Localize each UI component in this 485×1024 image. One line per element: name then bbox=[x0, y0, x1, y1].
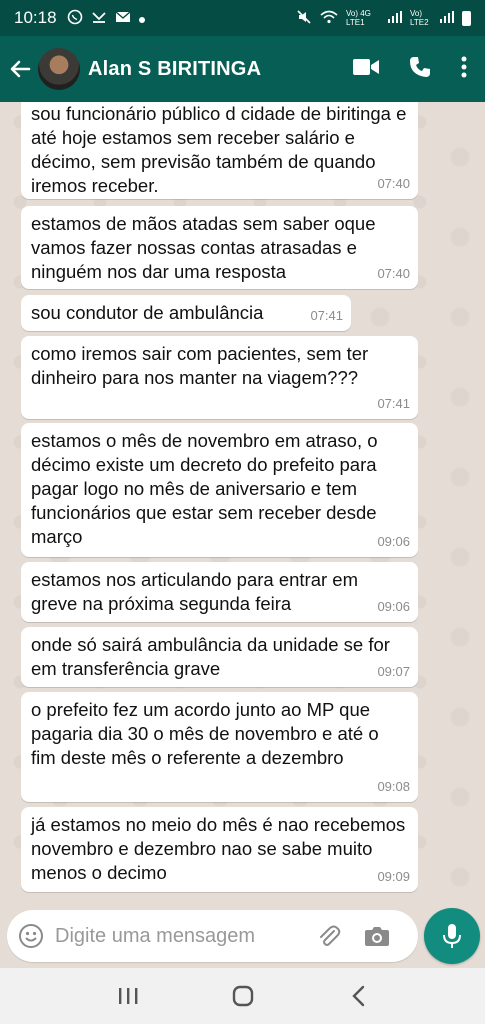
voice-message-button[interactable] bbox=[424, 908, 480, 964]
message-composer bbox=[0, 908, 485, 968]
attach-button[interactable] bbox=[305, 910, 353, 962]
recent-apps-button[interactable] bbox=[103, 971, 153, 1021]
home-button[interactable] bbox=[218, 971, 268, 1021]
message-bubble[interactable]: onde só sairá ambulância da unidade se f… bbox=[21, 627, 418, 687]
message-bubble[interactable]: sou condutor de ambulância 07:41 bbox=[21, 295, 351, 331]
message-bubble[interactable]: sou funcionário público d cidade de biri… bbox=[21, 102, 418, 199]
message-time: 07:41 bbox=[377, 396, 410, 411]
more-icon bbox=[461, 56, 467, 77]
status-bar: 10:18 Vo) 4G LTE1 Vo) LTE2 bbox=[0, 0, 485, 36]
message-text: estamos nos articulando para entrar em g… bbox=[31, 569, 359, 614]
message-text: sou condutor de ambulância bbox=[31, 302, 264, 323]
message-bubble[interactable]: estamos nos articulando para entrar em g… bbox=[21, 562, 418, 622]
wifi-icon bbox=[320, 10, 338, 27]
message-time: 09:09 bbox=[377, 869, 410, 884]
mute-icon bbox=[296, 9, 312, 28]
avatar[interactable] bbox=[38, 48, 80, 90]
message-time: 09:08 bbox=[377, 779, 410, 794]
status-time: 10:18 bbox=[14, 8, 57, 27]
dot-icon bbox=[138, 10, 145, 26]
camera-icon bbox=[365, 927, 389, 946]
system-navigation-bar bbox=[0, 968, 485, 1024]
signal-2-icon bbox=[440, 10, 454, 26]
message-text: o prefeito fez um acordo junto ao MP que… bbox=[31, 699, 379, 768]
network-label-1: Vo) 4G LTE1 bbox=[346, 9, 371, 27]
microphone-icon bbox=[443, 924, 461, 948]
message-time: 07:40 bbox=[377, 176, 410, 191]
video-call-icon bbox=[353, 58, 379, 75]
whatsapp-notification-icon bbox=[67, 9, 83, 28]
more-options-button[interactable] bbox=[461, 56, 467, 83]
message-bubble[interactable]: estamos o mês de novembro em atraso, o d… bbox=[21, 423, 418, 557]
recent-apps-icon bbox=[118, 988, 137, 1004]
nav-back-icon bbox=[351, 985, 364, 1007]
emoji-icon bbox=[19, 924, 43, 948]
nav-back-button[interactable] bbox=[333, 971, 383, 1021]
message-input-pill bbox=[7, 910, 418, 962]
header-actions bbox=[353, 56, 467, 83]
message-input[interactable] bbox=[55, 916, 305, 956]
message-bubble[interactable]: já estamos no meio do mês é nao recebemo… bbox=[21, 807, 418, 892]
camera-button[interactable] bbox=[353, 910, 401, 962]
video-call-button[interactable] bbox=[353, 58, 379, 81]
message-time: 09:06 bbox=[377, 534, 410, 549]
message-text: estamos o mês de novembro em atraso, o d… bbox=[31, 430, 378, 547]
message-bubble[interactable]: o prefeito fez um acordo junto ao MP que… bbox=[21, 692, 418, 802]
message-time: 07:40 bbox=[377, 266, 410, 281]
message-time: 09:07 bbox=[377, 664, 410, 679]
message-text: onde só sairá ambulância da unidade se f… bbox=[31, 634, 390, 679]
chat-header: Alan S BIRITINGA bbox=[0, 36, 485, 102]
mail-icon bbox=[115, 10, 131, 27]
network-label-2: Vo) LTE2 bbox=[410, 9, 429, 27]
signal-1-icon bbox=[388, 10, 402, 26]
status-right-icons: Vo) 4G LTE1 Vo) LTE2 bbox=[296, 9, 471, 28]
contact-name[interactable]: Alan S BIRITINGA bbox=[88, 58, 261, 81]
emoji-button[interactable] bbox=[7, 910, 55, 962]
message-text: sou funcionário público d cidade de biri… bbox=[31, 103, 407, 196]
missed-call-icon bbox=[91, 9, 107, 28]
paperclip-icon bbox=[320, 925, 341, 946]
battery-icon bbox=[462, 10, 471, 26]
notification-icons bbox=[67, 9, 145, 28]
back-button[interactable] bbox=[2, 36, 38, 102]
phone-icon bbox=[410, 56, 430, 77]
home-icon bbox=[232, 985, 253, 1007]
voice-call-button[interactable] bbox=[409, 56, 431, 83]
message-text: já estamos no meio do mês é nao recebemo… bbox=[31, 814, 406, 883]
message-bubble[interactable]: estamos de mãos atadas sem saber oque va… bbox=[21, 206, 418, 289]
chat-messages[interactable]: sou funcionário público d cidade de biri… bbox=[0, 102, 485, 908]
back-arrow-icon bbox=[10, 60, 31, 78]
message-time: 07:41 bbox=[310, 308, 343, 323]
message-text: como iremos sair com pacientes, sem ter … bbox=[31, 343, 369, 388]
message-time: 09:06 bbox=[377, 599, 410, 614]
message-text: estamos de mãos atadas sem saber oque va… bbox=[31, 213, 376, 282]
message-bubble[interactable]: como iremos sair com pacientes, sem ter … bbox=[21, 336, 418, 419]
